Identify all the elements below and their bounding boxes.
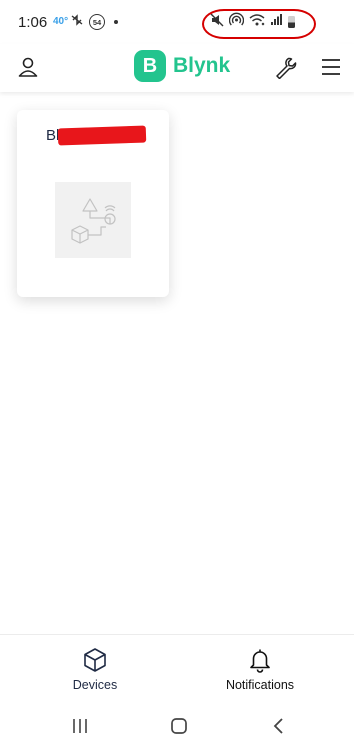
nav-devices[interactable]: Devices: [35, 635, 155, 701]
bottom-nav: Devices Notifications: [0, 634, 354, 701]
blynk-logo: B Blynk: [134, 50, 230, 82]
status-temperature: 40°: [53, 16, 69, 27]
back-icon[interactable]: [264, 711, 294, 741]
menu-icon[interactable]: [316, 52, 346, 82]
status-bar: 1:06 40° 54: [0, 0, 354, 44]
home-icon[interactable]: [164, 711, 194, 741]
dot-icon: [114, 20, 118, 24]
cube-icon: [84, 648, 106, 672]
bell-icon: [250, 649, 270, 673]
system-nav-bar: [0, 700, 354, 750]
nav-notifications[interactable]: Notifications: [200, 635, 320, 701]
wrench-icon[interactable]: [270, 52, 300, 82]
nav-devices-label: Devices: [72, 678, 118, 692]
annotation-circle: [202, 9, 316, 39]
device-placeholder-icon: [55, 182, 131, 258]
badge-54-icon: 54: [89, 14, 105, 30]
logo-text: Blynk: [173, 54, 231, 77]
nav-notifications-label: Notifications: [225, 678, 295, 692]
logo-mark: B: [134, 50, 166, 82]
redaction-mark: [57, 125, 147, 146]
device-card[interactable]: Bl: [17, 110, 169, 297]
recents-icon[interactable]: [65, 711, 95, 741]
nfc-icon: [70, 13, 84, 32]
status-time: 1:06: [18, 14, 48, 31]
app-bar: B Blynk: [0, 44, 354, 92]
status-left-icons: 54: [70, 13, 118, 31]
user-icon[interactable]: [13, 52, 43, 82]
